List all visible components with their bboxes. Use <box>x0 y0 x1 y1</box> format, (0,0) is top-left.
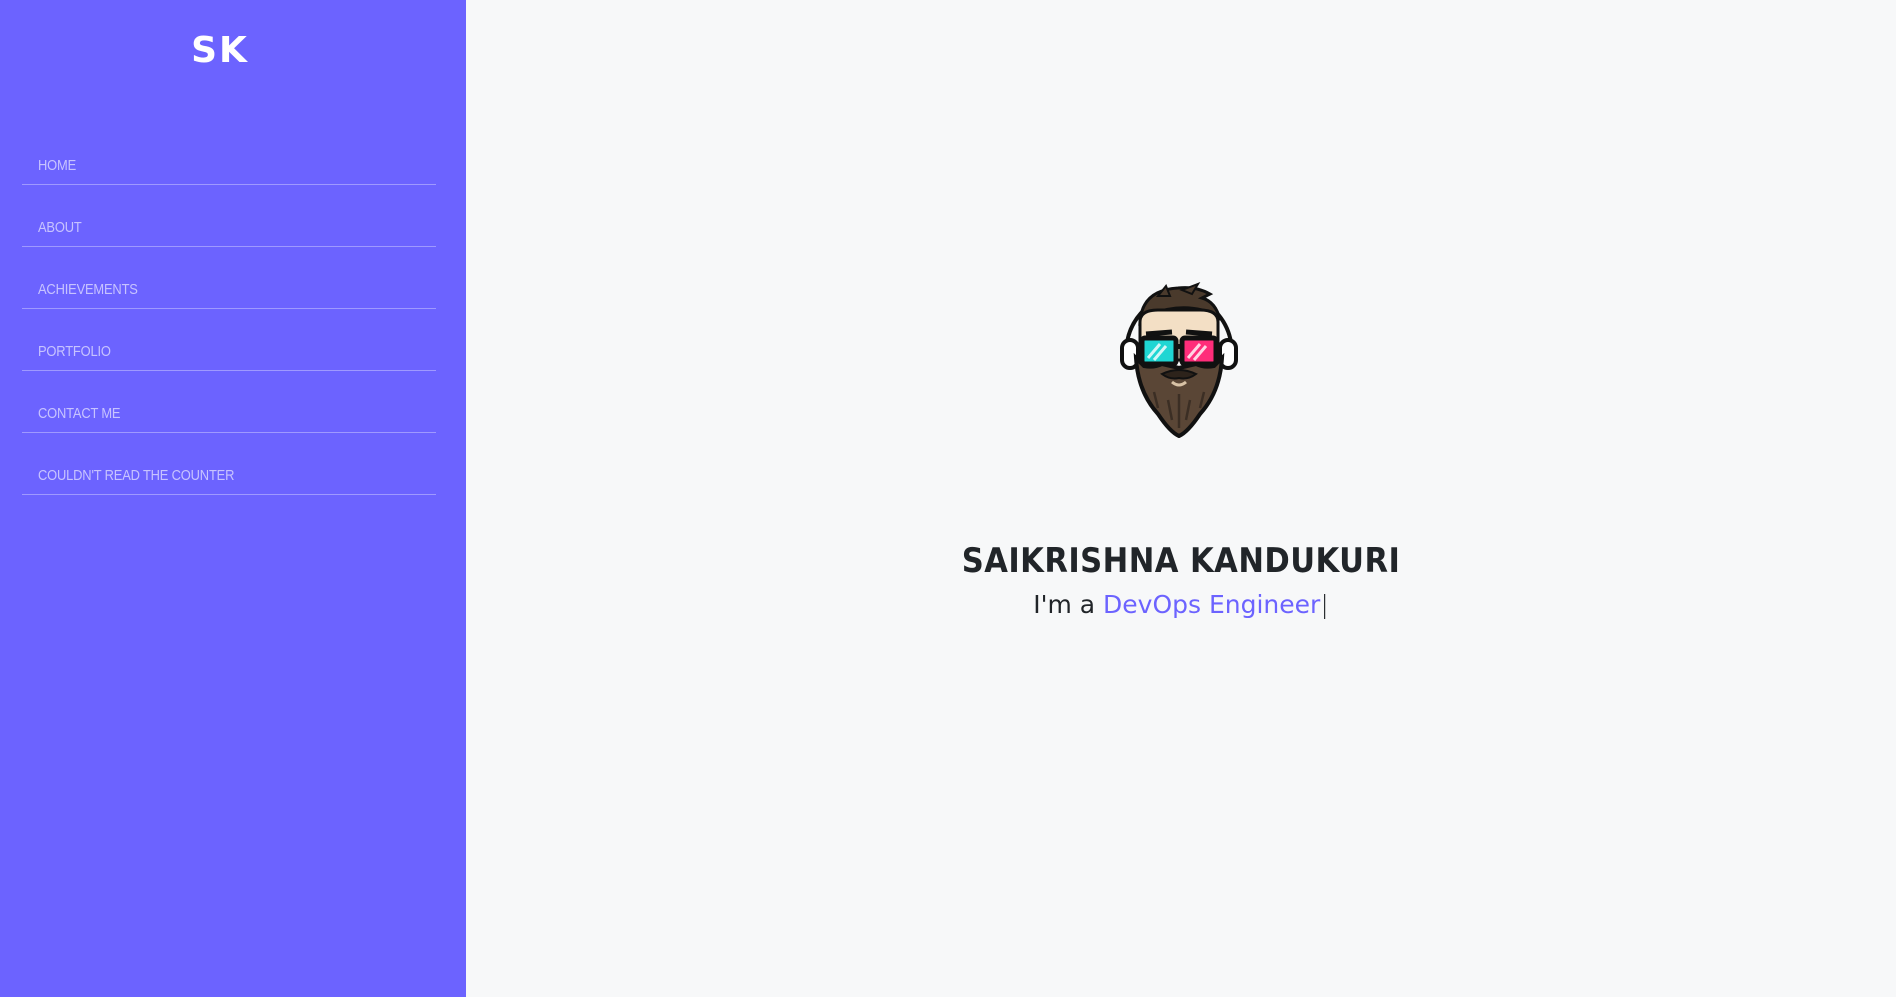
sidebar-item-label: CONTACT ME <box>38 405 121 422</box>
sidebar-item-label: HOME <box>38 157 77 174</box>
brand-logo[interactable]: SK <box>0 30 440 71</box>
bearded-man-avatar-icon <box>1120 282 1238 438</box>
sidebar-item-about[interactable]: ABOUT <box>22 185 436 247</box>
sidebar-item-achievements[interactable]: ACHIEVEMENTS <box>22 247 436 309</box>
sidebar-item-label: ACHIEVEMENTS <box>38 281 138 298</box>
typing-cursor: | <box>1320 590 1329 619</box>
hero-name: SAIKRISHNA KANDUKURI <box>961 540 1401 581</box>
sidebar-item-label: PORTFOLIO <box>38 343 111 360</box>
sidebar-item-counter[interactable]: COULDN'T READ THE COUNTER <box>22 433 436 495</box>
sidebar-nav: HOME ABOUT ACHIEVEMENTS PORTFOLIO CONTAC… <box>22 140 436 495</box>
page: SK HOME ABOUT ACHIEVEMENTS PORTFOLIO CON… <box>0 0 1896 997</box>
hero-tagline: I'm a DevOps Engineer| <box>466 590 1896 619</box>
main-content: SAIKRISHNA KANDUKURI I'm a DevOps Engine… <box>466 0 1896 997</box>
sidebar-item-label: COULDN'T READ THE COUNTER <box>38 467 235 484</box>
sidebar-item-contact-me[interactable]: CONTACT ME <box>22 371 436 433</box>
sidebar-item-portfolio[interactable]: PORTFOLIO <box>22 309 436 371</box>
sidebar-item-label: ABOUT <box>38 219 82 236</box>
sidebar: SK HOME ABOUT ACHIEVEMENTS PORTFOLIO CON… <box>0 0 466 997</box>
tagline-prefix: I'm a <box>1033 590 1104 619</box>
typed-role: DevOps Engineer <box>1103 590 1321 619</box>
sidebar-item-home[interactable]: HOME <box>22 140 436 185</box>
